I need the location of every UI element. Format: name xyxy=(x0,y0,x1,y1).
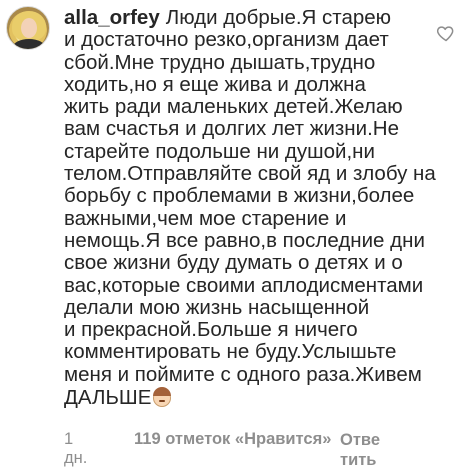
username[interactable]: alla_orfey xyxy=(64,6,160,29)
reply-button[interactable]: Отве тить xyxy=(340,430,390,470)
avatar[interactable] xyxy=(6,6,50,50)
comment-line: жить ради маленьких детей.Желаю xyxy=(64,95,403,119)
comment-line: вам счастья и долгих лет жизни.Не xyxy=(64,117,399,141)
comment-text: alla_orfey Люди добрые.Я старею и достато… xyxy=(64,6,436,409)
comment-line: вас,которые своими аплодисментами xyxy=(64,273,424,297)
comment-line: телом.Отправляйте свой яд и злобу на xyxy=(64,162,436,186)
avatar-shirt xyxy=(13,39,45,49)
comment-line: важными,чем мое старение и xyxy=(64,206,347,230)
comment-line-text: ДАЛЬШЕ xyxy=(64,386,152,410)
comment-line: старейте подольше ни душой,ни xyxy=(64,139,375,163)
comment-line: меня и поймите с одного раза.Живем xyxy=(64,362,422,386)
comment-line: и достаточно резко,организм дает xyxy=(64,28,389,52)
comment-line: ДАЛЬШЕ xyxy=(64,386,432,409)
comment-line: комментировать не буду.Услышьте xyxy=(64,340,397,364)
face-emoji-icon xyxy=(153,387,172,408)
comment-line: делали мою жизнь насыщенной xyxy=(64,295,370,319)
comment-line: ходить,но я еще жива и должна xyxy=(64,72,366,96)
comment-line: и прекрасной.Больше я ничего xyxy=(64,318,358,342)
comment-line: немощь.Я все равно,в последние дни xyxy=(64,228,425,252)
likes-count[interactable]: 119 отметок «Нравится» xyxy=(134,430,331,449)
comment: alla_orfey Люди добрые.Я старею и достато… xyxy=(0,0,466,469)
comment-time[interactable]: 1 дн. xyxy=(64,430,87,468)
comment-line: борьбу с проблемами в жизни,более xyxy=(64,184,415,208)
reply-label-line2: тить xyxy=(340,451,377,469)
comment-line: сбой.Мне трудно дышать,трудно xyxy=(64,50,376,74)
heart-icon[interactable] xyxy=(436,23,456,43)
reply-label-line1: Отве xyxy=(340,431,381,449)
avatar-face xyxy=(21,18,37,38)
comment-line-text: Люди добрые.Я старею xyxy=(165,6,392,29)
comment-line: свое жизни буду думать о детях и о xyxy=(64,251,403,275)
comment-line: alla_orfey Люди добрые.Я старею xyxy=(64,6,432,29)
